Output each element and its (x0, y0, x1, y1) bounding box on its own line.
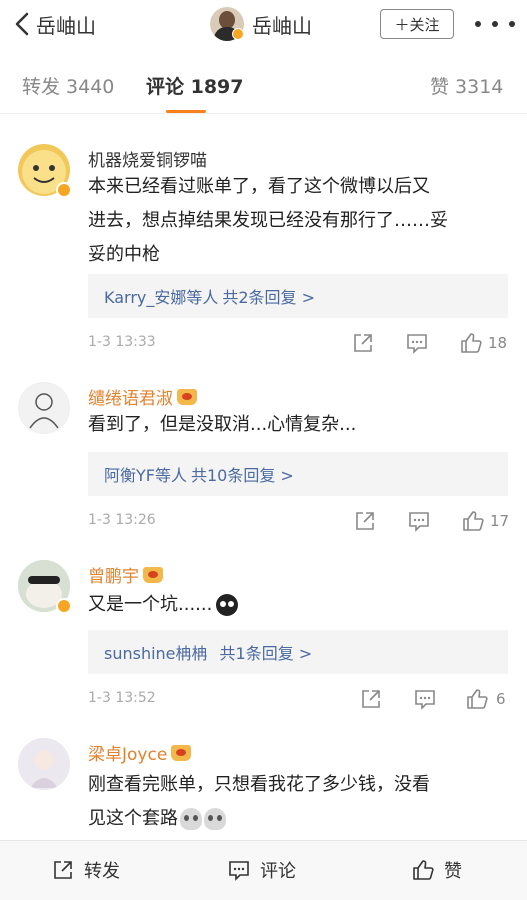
tab-repost[interactable]: 转发 3440 (22, 72, 114, 99)
sketch-portrait-icon (19, 383, 69, 433)
comment-text: 又是一个坑...... (88, 588, 508, 622)
author-name: 岳岫山 (252, 13, 312, 38)
repost-button[interactable]: 转发 (52, 857, 120, 883)
tab-comment[interactable]: 评论 1897 (146, 72, 244, 99)
thumbs-up-icon[interactable] (460, 332, 484, 356)
verified-badge-icon (56, 182, 72, 198)
like-count: 17 (490, 512, 510, 530)
comment-username[interactable]: 机器烧爱铜锣喵 (88, 146, 207, 171)
comment-time: 1-3 13:52 (88, 690, 156, 706)
girl-photo-icon (18, 738, 70, 790)
share-icon[interactable] (354, 510, 378, 534)
chevron-left-icon (15, 12, 29, 36)
thumbs-up-icon (413, 860, 434, 880)
share-icon[interactable] (352, 332, 376, 356)
comment-text: 刚查看完账单，只想看我花了多少钱，没看 见这个套路 (88, 774, 430, 830)
comment-text: 本来已经看过账单了，看了这个微博以后又 进去，想点掉结果发现已经没有那行了……妥… (88, 176, 448, 265)
comment-text: 看到了，但是没取消...心情复杂... (88, 414, 357, 435)
emoji-icon (216, 594, 239, 616)
vip-crown-icon (177, 388, 197, 405)
follow-button[interactable]: ＋关注 (380, 9, 454, 39)
skull-emoji-icon (204, 808, 226, 830)
share-icon[interactable] (360, 688, 384, 712)
comment-time: 1-3 13:26 (88, 512, 156, 528)
thumbs-up-icon[interactable] (462, 510, 486, 534)
comment-icon (229, 861, 249, 881)
reply-summary[interactable]: 阿衡YF等人 共10条回复 > (88, 452, 508, 496)
verified-badge-icon (232, 28, 244, 40)
bottom-action-bar: 转发 评论 赞 (0, 840, 527, 900)
back-label: 岳岫山 (36, 13, 96, 38)
comment-username[interactable]: 梁卓Joyce (88, 740, 192, 765)
reply-summary[interactable]: sunshine柟柟 共1条回复 > (88, 630, 508, 674)
comment-icon[interactable] (414, 688, 438, 712)
back-button[interactable]: 岳岫山 (14, 10, 114, 38)
vip-crown-icon (143, 566, 163, 583)
author-info[interactable]: 岳岫山 (210, 6, 312, 42)
comment-time: 1-3 13:33 (88, 334, 156, 350)
like-button[interactable]: 赞 (412, 857, 462, 883)
comment-button[interactable]: 评论 (228, 857, 296, 883)
like-count: 18 (488, 334, 508, 352)
comment-meta: 1-3 13:26 17 (88, 510, 510, 534)
thumbs-up-icon[interactable] (466, 688, 490, 712)
verified-badge-icon (56, 598, 72, 614)
vip-crown-icon (171, 744, 192, 761)
avatar[interactable] (18, 738, 70, 790)
top-nav-bar: 岳岫山 岳岫山 ＋关注 (0, 0, 527, 48)
tab-like[interactable]: 赞 3314 (430, 72, 503, 99)
share-icon (54, 861, 72, 879)
comment-username[interactable]: 缱绻语君淑 (88, 384, 197, 409)
tab-bar: 转发 3440 评论 1897 赞 3314 (0, 58, 527, 114)
comment-icon[interactable] (408, 510, 432, 534)
comment-username[interactable]: 曾鹏宇 (88, 562, 163, 587)
like-count: 6 (496, 690, 506, 708)
more-options-icon[interactable] (475, 14, 515, 34)
skull-emoji-icon (180, 808, 202, 830)
comment-meta: 1-3 13:33 18 (88, 332, 508, 356)
comment-meta: 1-3 13:52 6 (88, 688, 508, 712)
active-tab-indicator (166, 110, 206, 113)
reply-summary[interactable]: Karry_安娜等人 共2条回复 > (88, 274, 508, 318)
avatar[interactable] (18, 382, 70, 434)
comment-icon[interactable] (406, 332, 430, 356)
